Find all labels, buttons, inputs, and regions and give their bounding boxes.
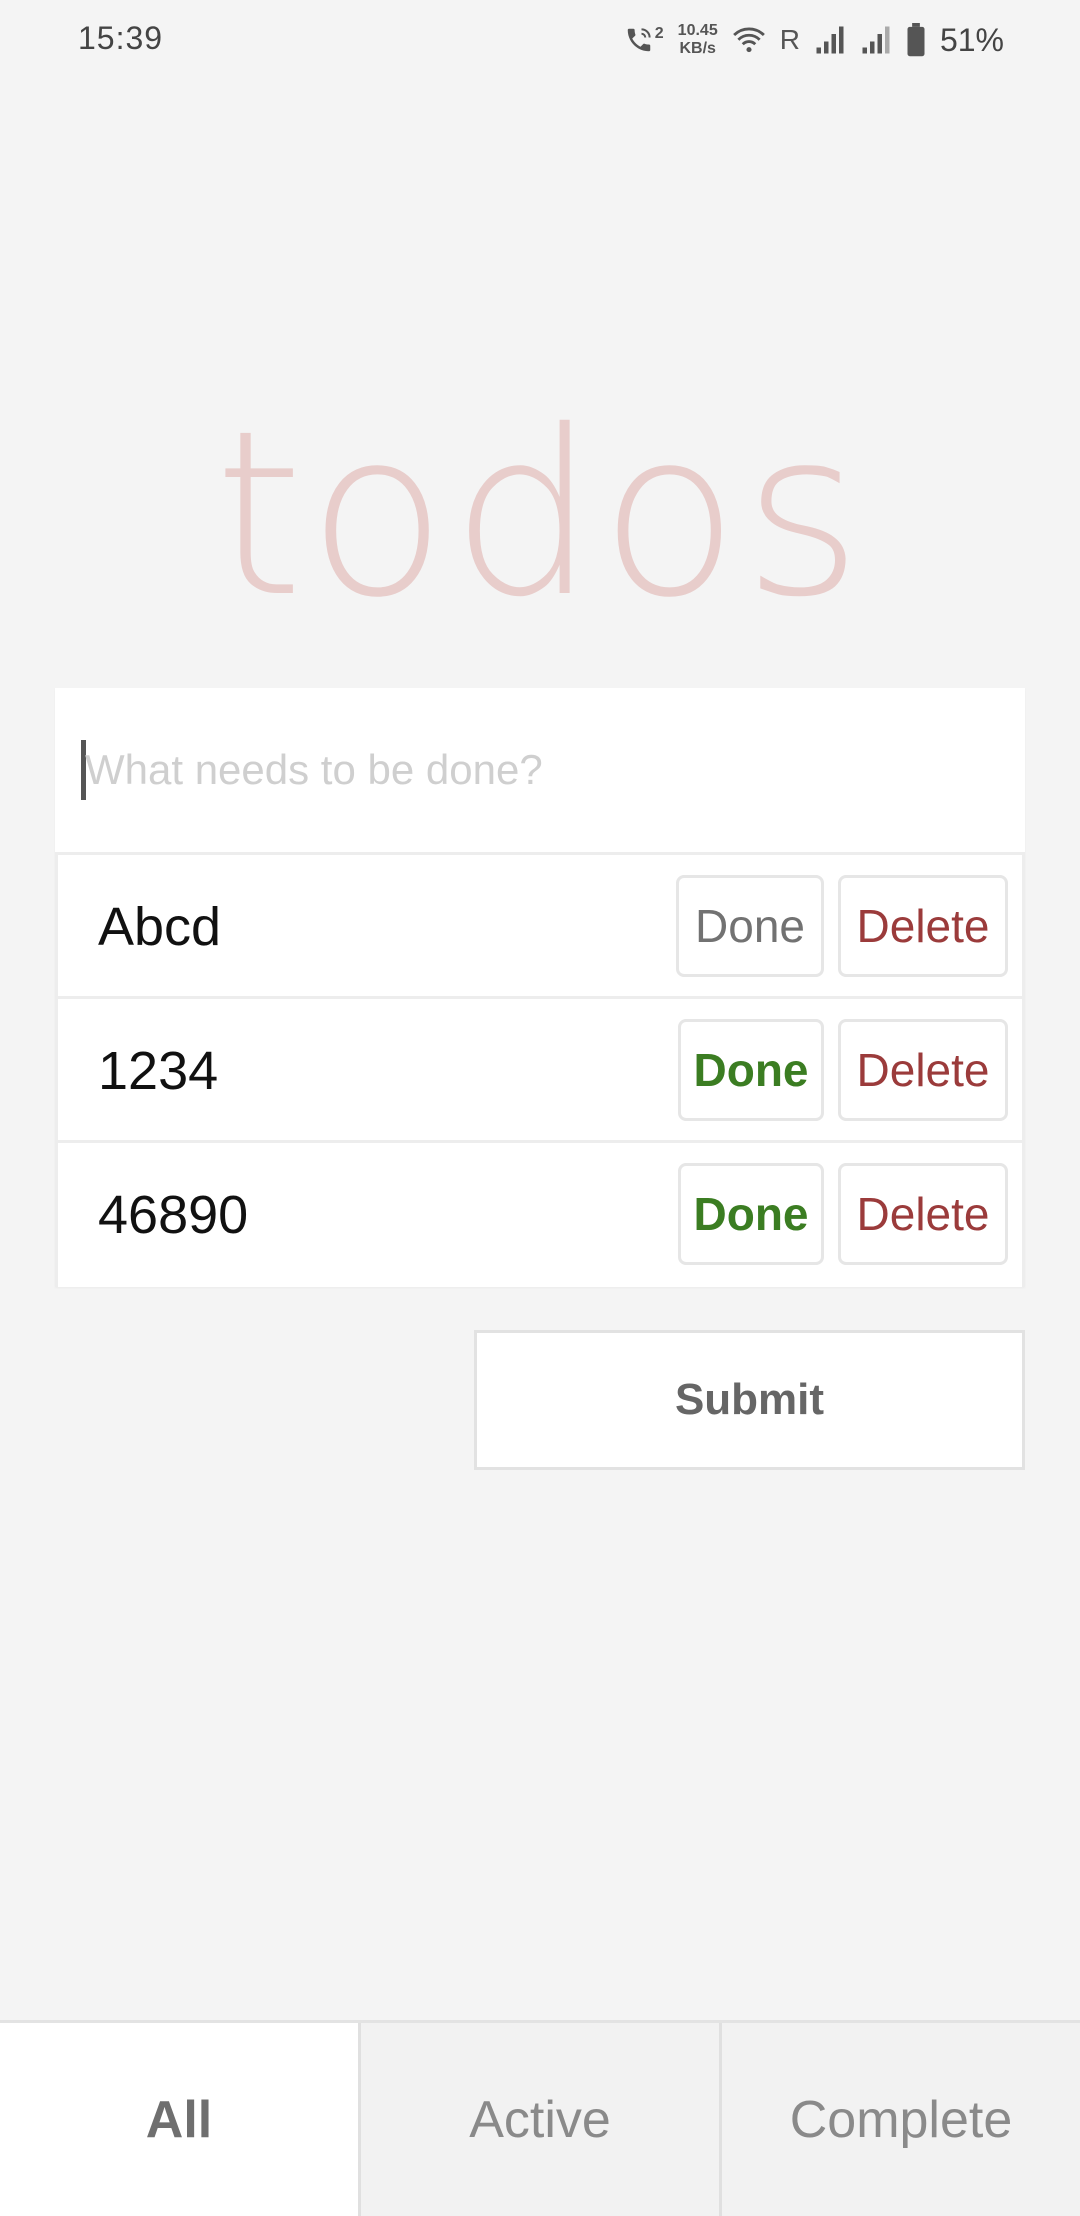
battery-percent: 51% xyxy=(939,21,1004,58)
wifi-icon xyxy=(732,25,766,55)
delete-button[interactable]: Delete xyxy=(838,1163,1008,1265)
done-button[interactable]: Done xyxy=(678,1019,824,1121)
todo-card: Abcd Done Delete 1234 Done Delete 46890 … xyxy=(55,688,1025,1287)
filter-tab-complete[interactable]: Complete xyxy=(719,2023,1080,2216)
todo-item-text: 46890 xyxy=(98,1185,249,1245)
todo-item: Abcd Done Delete xyxy=(55,855,1025,999)
filter-bar: All Active Complete xyxy=(0,2020,1080,2216)
submit-button[interactable]: Submit xyxy=(474,1330,1025,1470)
delete-button[interactable]: Delete xyxy=(838,875,1008,977)
todo-item-text: Abcd xyxy=(98,897,222,957)
status-time: 15:39 xyxy=(78,20,164,56)
net-speed-unit: KB/s xyxy=(679,40,716,57)
status-bar: 15:39 2 10.45 KB/s R 51% xyxy=(0,0,1080,82)
roaming-indicator: R xyxy=(779,24,800,55)
battery-icon xyxy=(906,23,926,57)
new-todo-row xyxy=(55,688,1025,855)
done-button[interactable]: Done xyxy=(676,875,824,977)
status-icons: 2 10.45 KB/s R 51% xyxy=(624,14,1004,66)
new-todo-input[interactable] xyxy=(81,688,985,852)
filter-tab-all[interactable]: All xyxy=(0,2023,358,2216)
net-speed-value: 10.45 xyxy=(677,22,718,39)
delete-button[interactable]: Delete xyxy=(838,1019,1008,1121)
todo-item: 1234 Done Delete xyxy=(55,999,1025,1143)
done-button[interactable]: Done xyxy=(678,1163,824,1265)
signal-icon xyxy=(814,25,846,55)
todo-item-text: 1234 xyxy=(98,1041,219,1101)
network-speed: 10.45 KB/s xyxy=(678,22,718,58)
call-icon: 2 xyxy=(624,25,664,55)
filter-tab-active[interactable]: Active xyxy=(358,2023,719,2216)
app-title: todos xyxy=(214,381,866,647)
signal-icon xyxy=(860,25,892,55)
todo-item: 46890 Done Delete xyxy=(55,1143,1025,1287)
call-count: 2 xyxy=(654,25,664,42)
